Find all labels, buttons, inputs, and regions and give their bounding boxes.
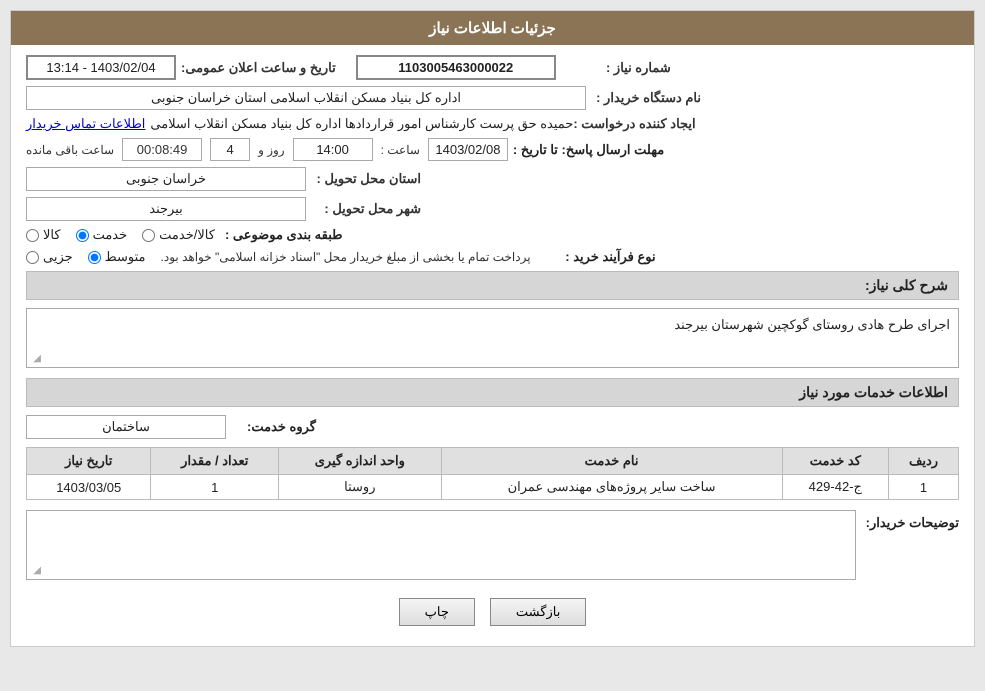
- contact-link[interactable]: اطلاعات تماس خریدار: [26, 116, 145, 132]
- deadline-values: 1403/02/08 ساعت : 14:00 روز و 4 00:08:49…: [26, 138, 508, 161]
- services-section: اطلاعات خدمات مورد نیاز گروه خدمت: ساختم…: [26, 378, 959, 500]
- buyer-notes-resize: ◢: [29, 565, 41, 577]
- city-value: بیرجند: [26, 197, 306, 221]
- deadline-remaining: 00:08:49: [122, 138, 202, 161]
- need-number-value: 1103005463000022: [356, 55, 556, 80]
- col-date: تاریخ نیاز: [27, 448, 151, 475]
- service-group-row: گروه خدمت: ساختمان: [26, 415, 959, 439]
- table-cell-row: 1: [889, 475, 959, 500]
- category-option-khadamat: خدمت: [76, 227, 128, 243]
- purchase-medium-radio[interactable]: [88, 251, 101, 264]
- category-kala-khadamat-radio[interactable]: [142, 229, 155, 242]
- buyer-name-row: نام دستگاه خریدار : اداره کل بنیاد مسکن …: [26, 86, 959, 110]
- creator-label: ایجاد کننده درخواست :: [573, 116, 700, 132]
- category-kala-khadamat-label: کالا/خدمت: [159, 227, 215, 243]
- table-cell-quantity: 1: [151, 475, 279, 500]
- deadline-date: 1403/02/08: [428, 138, 508, 161]
- province-value: خراسان جنوبی: [26, 167, 306, 191]
- purchase-medium-label: متوسط: [105, 249, 146, 265]
- category-khadamat-label: خدمت: [93, 227, 128, 243]
- deadline-time: 14:00: [293, 138, 373, 161]
- table-header: ردیف کد خدمت نام خدمت واحد اندازه گیری ت…: [27, 448, 959, 475]
- purchase-type-label: نوع فرآیند خرید :: [541, 249, 661, 265]
- buyer-notes-row: توضیحات خریدار: ◢: [26, 510, 959, 580]
- purchase-option-partial: جزیی: [26, 249, 73, 265]
- category-row: طبقه بندی موضوعی : کالا/خدمت خدمت کالا: [26, 227, 959, 243]
- col-row: ردیف: [889, 448, 959, 475]
- need-number-row: شماره نیاز : 1103005463000022 تاریخ و سا…: [26, 55, 959, 80]
- need-description-box: اجرای طرح هادی روستای گوکچین شهرستان بیر…: [26, 308, 959, 368]
- category-options: کالا/خدمت خدمت کالا: [26, 227, 215, 243]
- content-area: شماره نیاز : 1103005463000022 تاریخ و سا…: [11, 45, 974, 646]
- deadline-days: 4: [210, 138, 250, 161]
- col-qty: تعداد / مقدار: [151, 448, 279, 475]
- category-khadamat-radio[interactable]: [76, 229, 89, 242]
- table-cell-date: 1403/03/05: [27, 475, 151, 500]
- print-button[interactable]: چاپ: [399, 598, 475, 626]
- deadline-remaining-label: ساعت باقی مانده: [26, 143, 114, 157]
- creator-row: ایجاد کننده درخواست : حمیده حق پرست کارش…: [26, 116, 959, 132]
- resize-handle: ◢: [29, 353, 41, 365]
- purchase-note: پرداخت تمام یا بخشی از مبلغ خریدار محل "…: [161, 250, 531, 264]
- announce-date-value: 1403/02/04 - 13:14: [26, 55, 176, 80]
- purchase-partial-label: جزیی: [43, 249, 73, 265]
- service-group-value: ساختمان: [26, 415, 226, 439]
- table-cell-unit: روستا: [279, 475, 441, 500]
- category-kala-label: کالا: [43, 227, 61, 243]
- purchase-options: پرداخت تمام یا بخشی از مبلغ خریدار محل "…: [26, 249, 531, 265]
- buyer-name-label: نام دستگاه خریدار :: [586, 90, 706, 106]
- need-description-header: شرح کلی نیاز:: [26, 271, 959, 300]
- province-label: استان محل تحویل :: [306, 171, 426, 187]
- deadline-row: مهلت ارسال پاسخ: تا تاریخ : 1403/02/08 س…: [26, 138, 959, 161]
- category-label: طبقه بندی موضوعی :: [225, 227, 348, 243]
- category-option-kala-khadamat: کالا/خدمت: [142, 227, 215, 243]
- need-description-text: اجرای طرح هادی روستای گوکچین شهرستان بیر…: [674, 317, 950, 332]
- services-table: ردیف کد خدمت نام خدمت واحد اندازه گیری ت…: [26, 447, 959, 500]
- deadline-day-label: روز و: [258, 143, 285, 157]
- creator-value: حمیده حق پرست کارشناس امور قراردادها ادا…: [150, 116, 573, 132]
- announce-date-label: تاریخ و ساعت اعلان عمومی:: [181, 60, 341, 76]
- city-label: شهر محل تحویل :: [306, 201, 426, 217]
- deadline-label: مهلت ارسال پاسخ: تا تاریخ :: [513, 142, 669, 158]
- category-option-kala: کالا: [26, 227, 61, 243]
- col-unit: واحد اندازه گیری: [279, 448, 441, 475]
- buyer-notes-box: ◢: [26, 510, 856, 580]
- city-row: شهر محل تحویل : بیرجند: [26, 197, 959, 221]
- back-button[interactable]: بازگشت: [490, 598, 586, 626]
- purchase-type-row: نوع فرآیند خرید : پرداخت تمام یا بخشی از…: [26, 249, 959, 265]
- service-group-label: گروه خدمت:: [236, 419, 316, 435]
- deadline-time-label: ساعت :: [381, 143, 420, 157]
- buyer-notes-label: توضیحات خریدار:: [866, 510, 959, 531]
- purchase-partial-radio[interactable]: [26, 251, 39, 264]
- services-header: اطلاعات خدمات مورد نیاز: [26, 378, 959, 407]
- col-name: نام خدمت: [441, 448, 782, 475]
- buttons-row: بازگشت چاپ: [26, 588, 959, 636]
- need-number-label: شماره نیاز :: [556, 60, 676, 76]
- page-container: جزئیات اطلاعات نیاز شماره نیاز : 1103005…: [0, 0, 985, 691]
- need-description-wrapper: اجرای طرح هادی روستای گوکچین شهرستان بیر…: [26, 308, 959, 368]
- table-row: 1ج-42-429ساخت سایر پروژه‌های مهندسی عمرا…: [27, 475, 959, 500]
- province-row: استان محل تحویل : خراسان جنوبی: [26, 167, 959, 191]
- services-table-body: 1ج-42-429ساخت سایر پروژه‌های مهندسی عمرا…: [27, 475, 959, 500]
- buyer-name-value: اداره کل بنیاد مسکن انقلاب اسلامی استان …: [26, 86, 586, 110]
- page-title: جزئیات اطلاعات نیاز: [11, 11, 974, 45]
- purchase-option-medium: متوسط: [88, 249, 146, 265]
- table-cell-code: ج-42-429: [782, 475, 888, 500]
- main-box: جزئیات اطلاعات نیاز شماره نیاز : 1103005…: [10, 10, 975, 647]
- table-cell-name: ساخت سایر پروژه‌های مهندسی عمران: [441, 475, 782, 500]
- category-kala-radio[interactable]: [26, 229, 39, 242]
- col-code: کد خدمت: [782, 448, 888, 475]
